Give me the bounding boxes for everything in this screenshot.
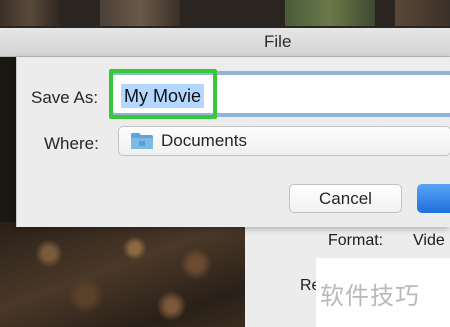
video-thumbnail bbox=[285, 0, 375, 26]
window-title-bar: File bbox=[0, 28, 450, 57]
video-thumbnail bbox=[100, 0, 180, 26]
save-button[interactable] bbox=[417, 184, 450, 213]
cancel-button[interactable]: Cancel bbox=[289, 184, 402, 213]
format-label: Format: bbox=[328, 232, 384, 249]
focus-highlight bbox=[109, 69, 217, 119]
video-preview bbox=[0, 222, 245, 327]
video-thumbnail bbox=[395, 0, 450, 26]
where-dropdown[interactable]: Documents bbox=[118, 126, 450, 156]
format-value: Vide bbox=[413, 232, 445, 249]
where-value: Documents bbox=[161, 131, 247, 150]
video-thumbnail bbox=[0, 0, 60, 26]
save-as-label: Save As: bbox=[31, 88, 99, 107]
save-dialog: Save As: My Movie Where: Documents Cance… bbox=[16, 57, 450, 227]
watermark: 软件技巧 bbox=[316, 258, 450, 327]
background-thumbnails bbox=[0, 0, 450, 28]
where-label: Where: bbox=[44, 134, 99, 153]
window-title: File bbox=[264, 32, 292, 51]
watermark-text: 软件技巧 bbox=[320, 282, 420, 310]
folder-icon bbox=[131, 133, 153, 149]
